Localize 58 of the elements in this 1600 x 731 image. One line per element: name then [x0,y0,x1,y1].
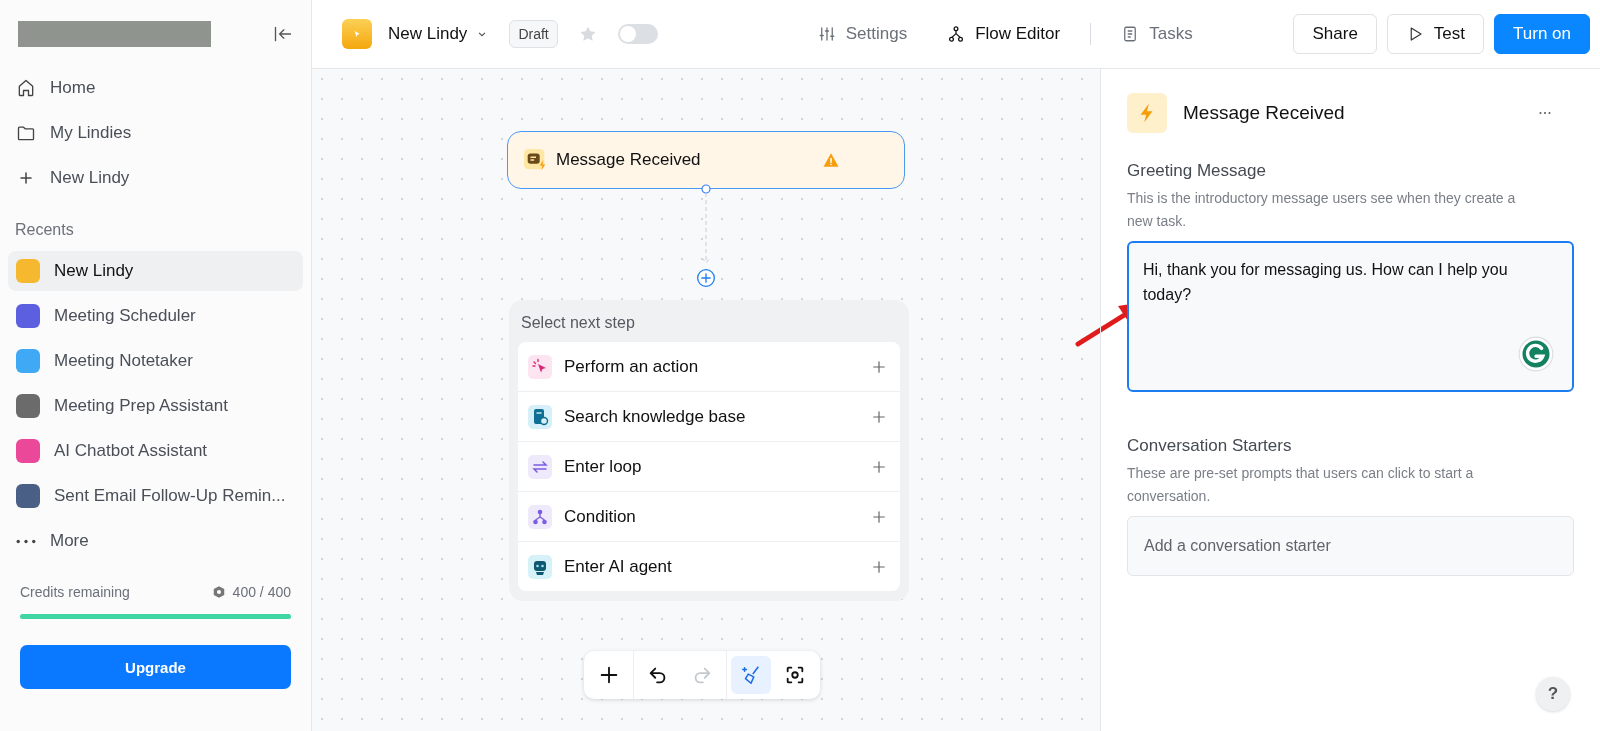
field-label: Greeting Message [1127,161,1267,181]
draft-status-badge: Draft [509,20,558,48]
tab[interactable]: Flow Editor [927,18,1081,50]
focus-frame-icon [784,664,806,686]
lindy-name-dropdown[interactable]: New Lindy [388,24,490,44]
message-trigger-icon [524,148,548,172]
clean-button[interactable] [731,656,771,694]
recent-lindy-item[interactable]: Meeting Notetaker [8,341,303,381]
credits-label: Credits remaining [20,584,130,600]
nav-item[interactable]: New Lindy [8,158,303,198]
step-option[interactable]: Search knowledge base [518,392,900,442]
help-button[interactable]: ? [1536,677,1570,711]
nav-item[interactable]: My Lindies [8,113,303,153]
lindy-app-icon [342,19,372,49]
grammar-assistant-icon[interactable] [1518,336,1554,372]
step-option[interactable]: Condition [518,492,900,542]
sparkle-cursor-icon [528,354,552,379]
field-description: This is the introductory message users see when they create a new task. [1127,189,1517,231]
field-description: These are pre-set prompts that users can click to start a conversation. [1127,464,1475,506]
add-step-icon[interactable] [696,268,716,288]
step-option[interactable]: Perform an action [518,342,900,392]
recent-lindy-item[interactable]: Sent Email Follow-Up Remin... [8,476,303,516]
recent-lindy-item[interactable]: New Lindy [8,251,303,291]
step-option[interactable]: Enter loop [518,442,900,492]
robot-icon [528,554,552,579]
panel-title: Select next step [520,313,636,333]
loop-arrows-icon [528,454,552,479]
broom-sparkle-icon [740,664,762,686]
toggle-switch[interactable] [617,24,658,44]
test-button[interactable]: Test [1386,14,1485,54]
branch-icon [528,504,552,529]
trigger-node[interactable]: Message Received [507,131,905,189]
lightning-icon [1127,93,1167,133]
recent-lindy-item[interactable]: Meeting Prep Assistant [8,386,303,426]
sliders-icon [817,25,836,43]
recent-lindy-item[interactable]: AI Chatbot Assistant [8,431,303,471]
section-heading: Recents [14,220,75,240]
share-button[interactable]: Share [1293,14,1377,54]
home-icon [16,78,36,98]
panel-title: Message Received [1183,102,1345,124]
credits-value: 400 / 400 [232,584,291,600]
tab[interactable]: Settings [797,18,928,50]
greeting-message-field[interactable]: Hi, thank you for messaging us. How can I help you today? [1127,241,1574,392]
tab[interactable]: Tasks [1101,18,1213,50]
more-dots-icon [16,538,36,544]
flow-nodes-icon [947,25,966,43]
field-label: Conversation Starters [1127,436,1293,456]
step-option[interactable]: Enter AI agent [518,542,900,591]
turn-on-button[interactable]: Turn on [1494,14,1590,54]
upgrade-button[interactable]: Upgrade [20,645,291,689]
collapse-sidebar-icon[interactable] [273,24,293,44]
nav-item[interactable]: Home [8,68,303,108]
hexagon-icon [211,585,226,599]
recent-lindy-item[interactable]: Meeting Scheduler [8,296,303,336]
database-document-icon [528,404,552,429]
plus-icon [598,664,620,686]
conversation-starter-input[interactable]: Add a conversation starter [1127,516,1574,576]
more-item[interactable]: More [8,521,303,561]
